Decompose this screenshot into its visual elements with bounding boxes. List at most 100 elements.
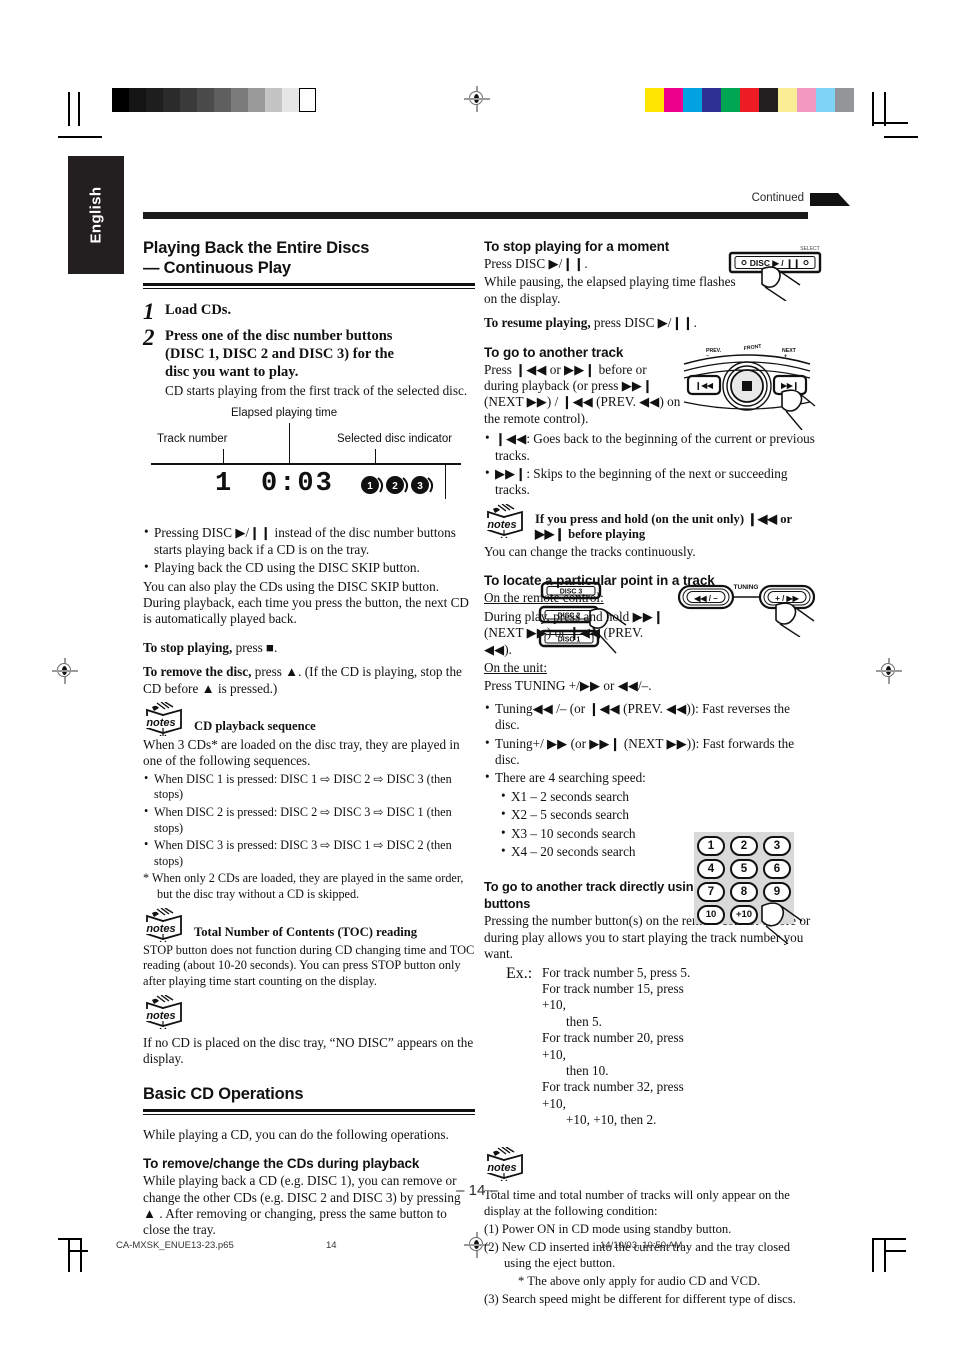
note-cd-sequence-footnote: * When only 2 CDs are loaded, they are p… (143, 871, 464, 902)
key-8[interactable]: 8 (730, 882, 758, 902)
key-3[interactable]: 3 (763, 836, 791, 856)
stop-playing-rest: press ■. (232, 639, 278, 655)
disc-play-pause-button-art: SELECT DISC ▶ / ❙❙ (728, 243, 826, 301)
color-swatch-10 (835, 88, 854, 112)
svg-text:◀◀ / –: ◀◀ / – (693, 594, 718, 603)
display-track-value: 1 (215, 469, 232, 500)
color-swatch-9 (816, 88, 835, 112)
color-swatch-7 (778, 88, 797, 112)
resume-playing-bold: To resume playing, (484, 315, 591, 331)
svg-text:TUNING: TUNING (734, 584, 759, 591)
key-6[interactable]: 6 (763, 859, 791, 879)
crop-mark-tr-h (872, 92, 874, 126)
header-rule (143, 212, 808, 219)
label-elapsed-time: Elapsed playing time (231, 407, 338, 420)
remove-change-heading: To remove/change the CDs during playback (143, 1156, 420, 1172)
list-item: When DISC 2 is pressed: DISC 2 ⇨ DISC 3 … (143, 804, 475, 836)
grayscale-swatch-5 (197, 88, 214, 112)
grayscale-swatch-9 (265, 88, 282, 112)
example-line: then 10. (566, 1063, 609, 1079)
key-5[interactable]: 5 (730, 859, 758, 879)
key-2[interactable]: 2 (730, 836, 758, 856)
language-tab: English (68, 156, 124, 274)
leader-line-elapsed (289, 423, 291, 464)
key-10[interactable]: 10 (697, 905, 725, 925)
key-1[interactable]: 1 (697, 836, 725, 856)
heading-double-rule (143, 283, 475, 289)
disc-skip-paragraph: You can also play the CDs using the DISC… (143, 578, 469, 627)
display-time-value: 0:03 (261, 469, 334, 500)
example-line: For track number 32, press +10, (542, 1079, 684, 1111)
crop-mark-tr-h2 (884, 92, 886, 126)
remove-disc-bold: To remove the disc, (143, 664, 252, 680)
leader-line-track (223, 449, 225, 464)
print-footer: CA-MXSK_ENUE13-23.p65 14 14/10/03, 10:50… (0, 1240, 954, 1260)
svg-text:❙◀◀: ❙◀◀ (695, 381, 714, 391)
step-2: 2 Press one of the disc number buttons (… (143, 326, 475, 381)
list-item: When DISC 3 is pressed: DISC 3 ⇨ DISC 1 … (143, 837, 475, 869)
label-track-number: Track number (157, 433, 228, 446)
footer-timestamp: 14/10/03, 10:50 AM (600, 1240, 683, 1251)
another-track-body: Press ❙◀◀ or ▶▶❙ before or during playba… (484, 361, 681, 426)
step-2-detail: CD starts playing from the first track o… (165, 383, 468, 398)
example-line: +10, +10, then 2. (566, 1112, 657, 1128)
notes-icon: notes (143, 907, 187, 945)
note-press-hold-body: You can change the tracks continuously. (484, 543, 696, 559)
footer-page: 14 (326, 1240, 337, 1251)
list-item: X1 – 2 seconds search (500, 788, 816, 805)
continued-arrow-icon (810, 190, 850, 208)
basic-operations-intro: While playing a CD, you can do the follo… (143, 1126, 449, 1142)
list-item: Playing back the CD using the DISC SKIP … (143, 559, 475, 576)
svg-text:notes: notes (146, 1010, 175, 1022)
number-buttons-example: Ex.: For track number 5, press 5. For tr… (484, 965, 816, 1129)
list-item: Tuning+/ ▶▶ (or ▶▶❙ (NEXT ▶▶)): Fast for… (484, 735, 816, 769)
grayscale-swatch-0 (112, 88, 129, 112)
key-7[interactable]: 7 (697, 882, 725, 902)
crop-mark-tl-outer (58, 136, 80, 138)
note-total-item: (3) Search speed might be different for … (484, 1291, 796, 1306)
manual-page: English Continued Playing Back the Entir… (0, 0, 954, 1351)
grayscale-calibration-bar (112, 88, 316, 112)
display-top-rule (151, 463, 461, 465)
display-disc-indicators: 1 2 3 (358, 469, 436, 504)
notes-icon: notes (143, 701, 187, 739)
note-toc: notes Total Number of Contents (TOC) rea… (143, 907, 475, 945)
grayscale-swatch-4 (180, 88, 197, 112)
pointing-hand-icon (758, 894, 814, 949)
grayscale-swatch-7 (231, 88, 248, 112)
note-toc-body: STOP button does not function during CD … (143, 942, 475, 989)
note-no-disc: notes (143, 994, 475, 1032)
color-swatch-0 (645, 88, 664, 112)
step-1: 1 Load CDs. (143, 300, 475, 323)
note-cd-sequence-intro: When 3 CDs* are loaded on the disc tray,… (143, 737, 460, 769)
key-4[interactable]: 4 (697, 859, 725, 879)
resume-playing-line: To resume playing, press DISC ▶/❙❙. (484, 315, 816, 331)
crop-mark-tr-v (884, 136, 918, 138)
leader-line-disc (375, 449, 377, 464)
key-plus-10[interactable]: +10 (730, 905, 758, 925)
locate-bullets: Tuning◀◀ /– (or ❙◀◀ (PREV. ◀◀)): Fast re… (484, 700, 816, 787)
locate-remote-body: During play, press and hold ▶▶❙ (NEXT ▶▶… (484, 608, 664, 657)
grayscale-swatch-10 (282, 88, 299, 112)
svg-text:+ / ▶▶: + / ▶▶ (775, 594, 799, 603)
locate-unit-underline: On the unit: (484, 659, 548, 675)
note-cd-sequence: notes CD playback sequence (143, 701, 475, 739)
label-selected-disc: Selected disc indicator (337, 433, 453, 446)
step-2-text: Press one of the disc number buttons (DI… (165, 328, 394, 380)
section-heading: Playing Back the Entire Discs — Continuo… (143, 238, 475, 278)
grayscale-swatch-2 (146, 88, 163, 112)
note-toc-title: Total Number of Contents (TOC) reading (194, 924, 418, 939)
grayscale-swatch-3 (163, 88, 180, 112)
basic-operations-heading: Basic CD Operations (143, 1084, 304, 1103)
list-item: X2 – 5 seconds search (500, 806, 816, 823)
footer-filename: CA-MXSK_ENUE13-23.p65 (116, 1240, 234, 1251)
remove-disc-line: To remove the disc, press ▲. (If the CD … (143, 664, 475, 697)
list-item: ❙◀◀: Goes back to the beginning of the c… (484, 430, 816, 464)
notes-icon: notes (143, 994, 187, 1032)
figure-bullets: Pressing DISC ▶/❙❙ instead of the disc n… (143, 524, 475, 576)
list-item: Tuning◀◀ /– (or ❙◀◀ (PREV. ◀◀)): Fast re… (484, 700, 816, 734)
display-right-rule (445, 463, 447, 500)
list-item: When DISC 1 is pressed: DISC 1 ⇨ DISC 2 … (143, 771, 475, 803)
example-line: For track number 5, press 5. (542, 964, 691, 980)
crop-mark-tl-h (68, 92, 70, 126)
